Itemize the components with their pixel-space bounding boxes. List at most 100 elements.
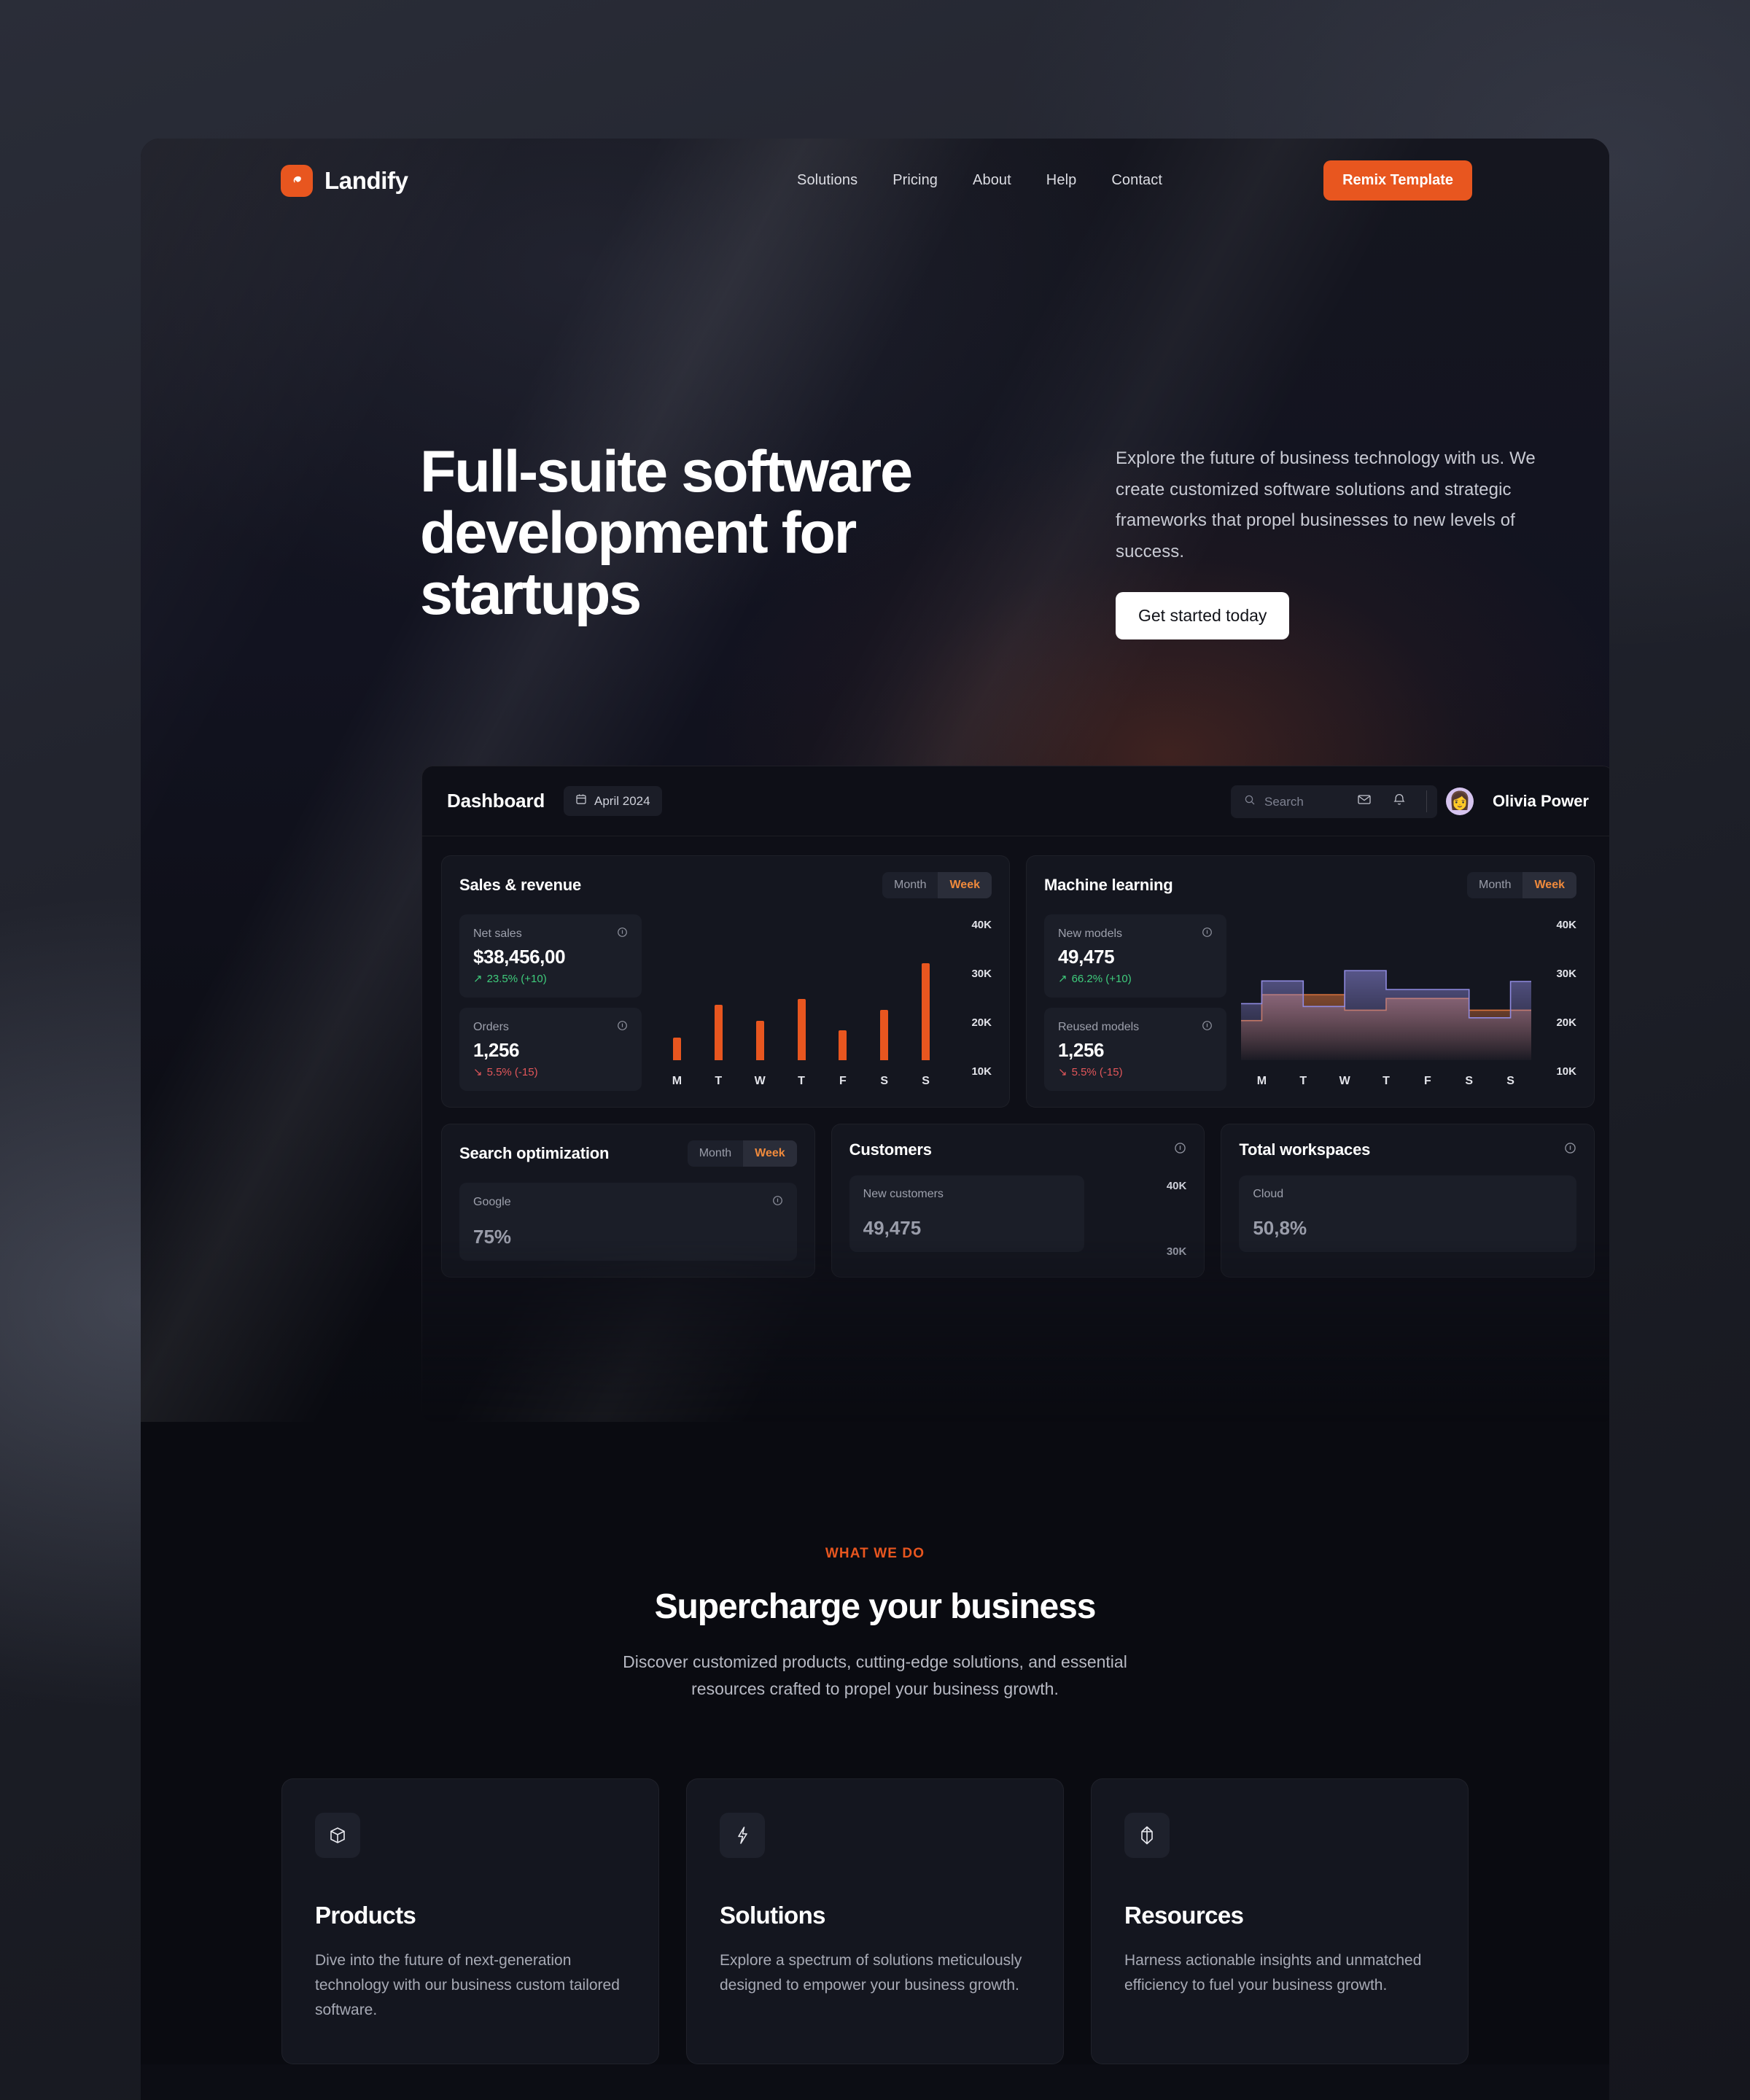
stat-label: Net sales	[473, 928, 522, 940]
user-avatar[interactable]: 👩	[1445, 787, 1474, 815]
bar	[880, 1009, 889, 1060]
y-tick-label: 40K	[1556, 919, 1576, 931]
stat-value: $38,456,00	[473, 945, 566, 968]
nav-link-contact[interactable]: Contact	[1111, 172, 1162, 189]
y-tick-label: 30K	[971, 968, 992, 980]
x-tick-label: F	[1423, 1075, 1431, 1087]
info-icon[interactable]	[617, 1020, 628, 1035]
info-icon[interactable]	[772, 1195, 783, 1210]
nav-link-pricing[interactable]: Pricing	[892, 172, 938, 189]
seo-toggle-month[interactable]: Month	[688, 1140, 743, 1167]
stat-delta: ↘ 5.5% (-15)	[1058, 1065, 1213, 1079]
ml-toggle-week[interactable]: Week	[1522, 872, 1576, 898]
nav-link-about[interactable]: About	[973, 172, 1011, 189]
bar	[714, 1005, 723, 1060]
sales-toggle-month[interactable]: Month	[882, 872, 938, 898]
dashboard-header: Dashboard April 2024 Search 👩 Olivia Pow…	[422, 766, 1609, 836]
hero-title: Full-suite software development for star…	[420, 439, 913, 628]
y-axis-labels: 40K 30K 20K 10K	[1536, 914, 1576, 1091]
bar	[797, 998, 806, 1060]
stat-value: 75%	[473, 1226, 512, 1248]
info-icon[interactable]	[1564, 1142, 1576, 1158]
ml-card-title: Machine learning	[1044, 876, 1173, 894]
y-tick-label: 20K	[1556, 1016, 1576, 1029]
ml-stats: New models 49,475 ↗ 66.2% (+10) Reused m…	[1044, 914, 1226, 1091]
seo-toggle-week[interactable]: Week	[743, 1140, 797, 1167]
ml-period-toggle[interactable]: Month Week	[1467, 872, 1576, 898]
area-series	[1241, 919, 1531, 1060]
brand-logo[interactable]: Landify	[281, 164, 408, 197]
trend-down-icon: ↘	[473, 1066, 483, 1078]
stat-label: New customers	[863, 1188, 944, 1200]
feature-card-solutions[interactable]: Solutions Explore a spectrum of solution…	[686, 1778, 1064, 2064]
what-we-do-section: WHAT WE DO Supercharge your business Dis…	[141, 1422, 1609, 2064]
header-icons: 👩 Olivia Power	[1356, 787, 1589, 815]
section-subtitle: Discover customized products, cutting-ed…	[623, 1652, 1127, 1698]
bar	[672, 1037, 681, 1060]
stat-delta-text: 5.5% (-15)	[486, 1065, 538, 1078]
date-value: April 2024	[594, 793, 650, 808]
date-selector[interactable]: April 2024	[564, 786, 662, 816]
trend-down-icon: ↘	[1058, 1066, 1068, 1078]
feature-description: Explore a spectrum of solutions meticulo…	[720, 1951, 1022, 1994]
x-tick-label: W	[1339, 1075, 1350, 1087]
stat-delta-text: 66.2% (+10)	[1071, 972, 1132, 985]
y-axis-labels: 40K 30K 20K 10K	[951, 914, 992, 1091]
nav-link-help[interactable]: Help	[1046, 172, 1077, 189]
sales-revenue-card: Sales & revenue Month Week Net sales $38…	[441, 855, 1010, 1108]
dashboard-title: Dashboard	[447, 790, 545, 812]
bar-series	[656, 919, 946, 1060]
feature-title: Solutions	[720, 1901, 826, 1929]
stat-label: Orders	[473, 1021, 509, 1033]
feature-cards: Products Dive into the future of next-ge…	[141, 1703, 1609, 2064]
mail-icon[interactable]	[1356, 791, 1372, 811]
sales-period-toggle[interactable]: Month Week	[882, 872, 992, 898]
x-tick-label: W	[754, 1075, 766, 1087]
cube-wireframe-icon	[315, 1812, 360, 1858]
section-eyebrow: WHAT WE DO	[825, 1546, 925, 1561]
x-tick-label: S	[1465, 1075, 1474, 1087]
sales-stats: Net sales $38,456,00 ↗ 23.5% (+10) Order…	[459, 914, 642, 1091]
stat-delta: ↘ 5.5% (-15)	[473, 1065, 628, 1079]
x-tick-label: T	[1382, 1075, 1390, 1087]
info-icon[interactable]	[1174, 1142, 1186, 1158]
nav-link-solutions[interactable]: Solutions	[797, 172, 858, 189]
section-title: Supercharge your business	[654, 1587, 1097, 1626]
x-tick-label: M	[672, 1075, 682, 1087]
seo-period-toggle[interactable]: Month Week	[687, 1140, 797, 1167]
info-icon[interactable]	[1202, 1020, 1213, 1035]
info-icon[interactable]	[617, 927, 628, 941]
machine-learning-card: Machine learning Month Week New models 4…	[1026, 855, 1595, 1108]
stat-new-models: New models 49,475 ↗ 66.2% (+10)	[1044, 914, 1226, 998]
stat-value: 50,8%	[1253, 1217, 1307, 1239]
ml-toggle-month[interactable]: Month	[1467, 872, 1522, 898]
feature-card-resources[interactable]: Resources Harness actionable insights an…	[1091, 1778, 1469, 2064]
top-navbar: Landify Solutions Pricing About Help Con…	[141, 139, 1609, 222]
stat-reused-models: Reused models 1,256 ↘ 5.5% (-15)	[1044, 1008, 1226, 1091]
hero-paragraph: Explore the future of business technolog…	[1116, 448, 1536, 562]
feature-card-products[interactable]: Products Dive into the future of next-ge…	[281, 1778, 659, 2064]
stat-label: Cloud	[1253, 1188, 1284, 1200]
total-workspaces-card: Total workspaces Cloud 50,8%	[1221, 1124, 1595, 1278]
remix-template-button[interactable]: Remix Template	[1323, 160, 1472, 201]
search-icon	[1244, 794, 1256, 809]
info-icon[interactable]	[1202, 927, 1213, 941]
stat-delta: ↗ 66.2% (+10)	[1058, 972, 1213, 986]
y-tick-label: 10K	[1556, 1065, 1576, 1078]
stat-value: 49,475	[863, 1217, 922, 1239]
trend-up-icon: ↗	[473, 973, 483, 985]
ml-area-chart: 40K 30K 20K 10K M T W T F S S	[1241, 914, 1576, 1091]
stat-label: Reused models	[1058, 1021, 1140, 1033]
customers-stat: New customers 49,475	[849, 1175, 1085, 1252]
hero-section: Landify Solutions Pricing About Help Con…	[141, 139, 1609, 1422]
x-tick-label: S	[880, 1075, 889, 1087]
bar-slot	[698, 919, 739, 1060]
x-tick-label: T	[798, 1075, 805, 1087]
sales-toggle-week[interactable]: Week	[938, 872, 992, 898]
sales-card-title: Sales & revenue	[459, 876, 581, 894]
bell-icon[interactable]	[1391, 791, 1407, 811]
get-started-button[interactable]: Get started today	[1116, 592, 1290, 639]
dashboard-row-top: Sales & revenue Month Week Net sales $38…	[441, 855, 1595, 1108]
x-axis-labels: MTWTFSS	[656, 1075, 946, 1088]
trend-up-icon: ↗	[1058, 973, 1068, 985]
